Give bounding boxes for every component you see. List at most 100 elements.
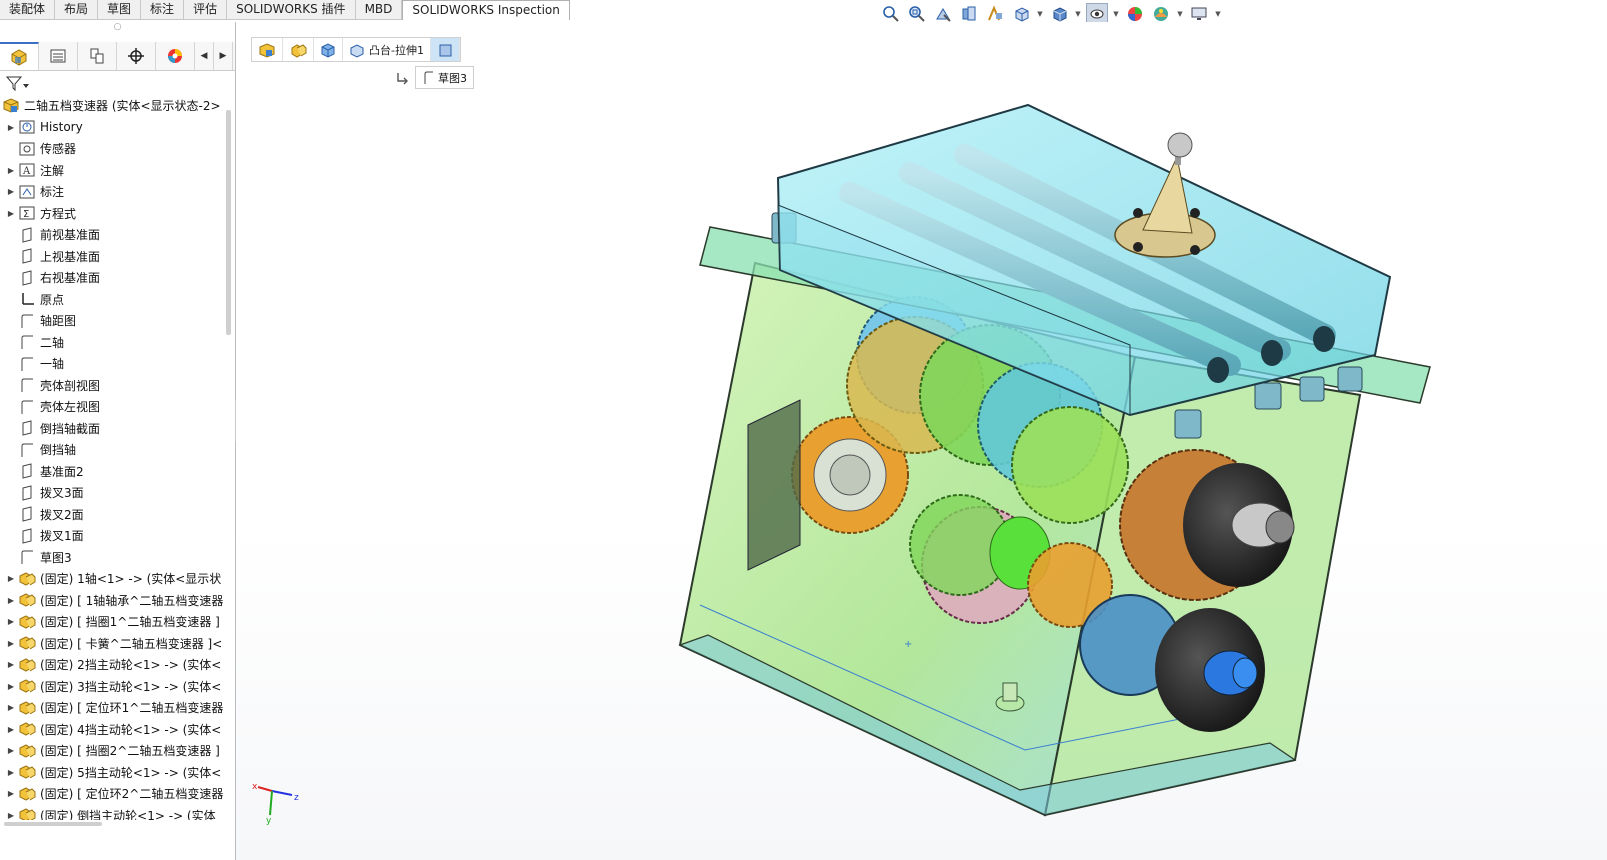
tree-item[interactable]: ▶ Σ 方程式 xyxy=(0,203,225,225)
tree-root[interactable]: 二轴五档变速器 (实体<显示状态-2> xyxy=(0,95,225,117)
sketch-crumb[interactable] xyxy=(430,38,460,61)
tree-item[interactable]: ▶ (固定) [ 定位环2^二轴五档变速器 xyxy=(0,783,225,805)
propertymanager-icon[interactable] xyxy=(39,42,78,70)
command-tab[interactable]: 标注 xyxy=(141,0,185,20)
tree-item[interactable]: ▶ (固定) 倒挡主动轮<1> -> (实体 xyxy=(0,805,225,820)
tree-item[interactable]: ▶ (固定) [ 卡簧^二轴五档变速器 ]< xyxy=(0,633,225,655)
tree-item[interactable]: 一轴 xyxy=(0,353,225,375)
expand-arrow-icon[interactable]: ▶ xyxy=(4,725,18,734)
tree-item[interactable]: 壳体左视图 xyxy=(0,396,225,418)
tree-item[interactable]: ▶ (固定) 1轴<1> -> (实体<显示状 xyxy=(0,568,225,590)
tree-item[interactable]: ▶ (固定) [ 挡圈2^二轴五档变速器 ] xyxy=(0,740,225,762)
tree-item[interactable]: ▶ A 注解 xyxy=(0,160,225,182)
expand-arrow-icon[interactable]: ▶ xyxy=(4,746,18,755)
dimxpert-icon[interactable] xyxy=(117,42,156,70)
tree-item[interactable]: 上视基准面 xyxy=(0,246,225,268)
tree-item-label: (固定) [ 1轴轴承^二轴五档变速器 xyxy=(40,593,224,608)
sketch-icon xyxy=(18,355,36,373)
command-tab[interactable]: 评估 xyxy=(184,0,228,20)
tree-item[interactable]: 倒挡轴 xyxy=(0,439,225,461)
tree-item-label: 轴距图 xyxy=(40,314,77,329)
markup-icon xyxy=(18,183,36,201)
expand-arrow-icon[interactable]: ▶ xyxy=(4,596,18,605)
tree-item[interactable]: 拨叉1面 xyxy=(0,525,225,547)
expand-arrow-icon[interactable]: ▶ xyxy=(4,123,18,132)
filter-icon[interactable] xyxy=(6,73,38,93)
chevron-down-icon[interactable]: ▼ xyxy=(1112,10,1120,18)
display-manager-icon[interactable] xyxy=(156,42,195,70)
panel-grip[interactable]: ○ xyxy=(0,22,235,38)
expand-arrow-icon[interactable]: ▶ xyxy=(4,789,18,798)
expand-arrow-icon[interactable]: ▶ xyxy=(4,617,18,626)
expand-arrow-icon[interactable]: ▶ xyxy=(4,768,18,777)
command-tab[interactable]: SOLIDWORKS Inspection xyxy=(402,0,570,20)
feature-crumb[interactable]: 凸台-拉伸1 xyxy=(343,38,431,61)
expand-arrow-icon[interactable]: ▶ xyxy=(4,187,18,196)
expand-arrow-icon[interactable]: ▶ xyxy=(4,574,18,583)
tree-item[interactable]: 轴距图 xyxy=(0,310,225,332)
tree-item[interactable]: ▶ (固定) [ 挡圈1^二轴五档变速器 ] xyxy=(0,611,225,633)
tree-item[interactable]: ▶ (固定) 2挡主动轮<1> -> (实体< xyxy=(0,654,225,676)
expand-arrow-icon[interactable]: ▶ xyxy=(4,682,18,691)
tree-vertical-scrollbar[interactable] xyxy=(226,110,231,335)
feature-crumb-label: 凸台-拉伸1 xyxy=(369,43,424,57)
tree-item-label: 拨叉3面 xyxy=(40,486,84,501)
tree-item[interactable]: 传感器 xyxy=(0,138,225,160)
configurationmanager-icon[interactable] xyxy=(78,42,117,70)
feature-tree: 二轴五档变速器 (实体<显示状态-2> ▶ History 传感器 ▶ A 注解 ▶ 标注 ▶ Σ… xyxy=(0,95,225,820)
command-tab[interactable]: SOLIDWORKS 插件 xyxy=(227,0,356,20)
chevron-down-icon[interactable]: ▼ xyxy=(1074,10,1082,18)
expand-arrow-icon[interactable]: ▶ xyxy=(4,209,18,218)
command-tab[interactable]: 装配体 xyxy=(0,0,56,20)
tree-item[interactable]: 拨叉3面 xyxy=(0,482,225,504)
panel-tabs: ◀ ▶ xyxy=(0,42,235,71)
expand-arrow-icon[interactable]: ▶ xyxy=(4,166,18,175)
chevron-down-icon[interactable]: ▼ xyxy=(1214,10,1222,18)
tree-item[interactable]: 壳体剖视图 xyxy=(0,375,225,397)
tree-item[interactable]: 右视基准面 xyxy=(0,267,225,289)
tree-item[interactable]: 原点 xyxy=(0,289,225,311)
tree-item[interactable]: ▶ History xyxy=(0,117,225,139)
tree-root-label: 二轴五档变速器 (实体<显示状态-2> xyxy=(24,99,221,114)
gearbox-3d-model[interactable]: + xyxy=(660,95,1440,835)
tree-item-label: 方程式 xyxy=(40,206,77,221)
chevron-left-icon[interactable]: ◀ xyxy=(195,42,214,70)
tree-item[interactable]: ▶ (固定) 4挡主动轮<1> -> (实体< xyxy=(0,719,225,741)
featuremanager-tree-icon[interactable] xyxy=(0,42,39,70)
expand-arrow-icon[interactable]: ▶ xyxy=(4,811,18,820)
tree-item[interactable]: ▶ (固定) 5挡主动轮<1> -> (实体< xyxy=(0,762,225,784)
tree-item[interactable]: ▶ (固定) [ 定位环1^二轴五档变速器 xyxy=(0,697,225,719)
tree-item[interactable]: 基准面2 xyxy=(0,461,225,483)
part-icon xyxy=(18,699,36,717)
tree-item-label: 倒挡轴 xyxy=(40,443,77,458)
expand-arrow-icon[interactable]: ▶ xyxy=(4,639,18,648)
tree-item[interactable]: ▶ (固定) 3挡主动轮<1> -> (实体< xyxy=(0,676,225,698)
chevron-down-icon[interactable]: ▼ xyxy=(1036,10,1044,18)
tree-item[interactable]: 二轴 xyxy=(0,332,225,354)
tree-item[interactable]: 草图3 xyxy=(0,547,225,569)
component-crumb-icon[interactable] xyxy=(283,38,314,61)
tree-item[interactable]: 倒挡轴截面 xyxy=(0,418,225,440)
tree-horizontal-scrollbar[interactable] xyxy=(4,822,102,826)
part-crumb-icon[interactable] xyxy=(314,38,343,61)
tree-item[interactable]: ▶ 标注 xyxy=(0,181,225,203)
tree-item-label: 倒挡轴截面 xyxy=(40,421,101,436)
assembly-crumb-icon[interactable] xyxy=(252,38,283,61)
tree-item[interactable]: 拨叉2面 xyxy=(0,504,225,526)
command-tab[interactable]: 布局 xyxy=(55,0,99,20)
tree-item[interactable]: 前视基准面 xyxy=(0,224,225,246)
expand-arrow-icon[interactable]: ▶ xyxy=(4,660,18,669)
chevron-down-icon[interactable]: ▼ xyxy=(1176,10,1184,18)
tree-item-label: 一轴 xyxy=(40,357,65,372)
tree-item-label: (固定) 2挡主动轮<1> -> (实体< xyxy=(40,658,222,673)
plane-icon xyxy=(18,226,36,244)
expand-arrow-icon[interactable]: ▶ xyxy=(4,703,18,712)
chevron-right-icon[interactable]: ▶ xyxy=(214,42,233,70)
sketch-sub-crumb[interactable]: 草图3 xyxy=(415,66,474,89)
plane-icon xyxy=(18,419,36,437)
part-icon xyxy=(18,591,36,609)
command-tab[interactable]: 草图 xyxy=(98,0,142,20)
command-tab[interactable]: MBD xyxy=(355,0,403,20)
tree-item-label: 传感器 xyxy=(40,142,77,157)
tree-item[interactable]: ▶ (固定) [ 1轴轴承^二轴五档变速器 xyxy=(0,590,225,612)
